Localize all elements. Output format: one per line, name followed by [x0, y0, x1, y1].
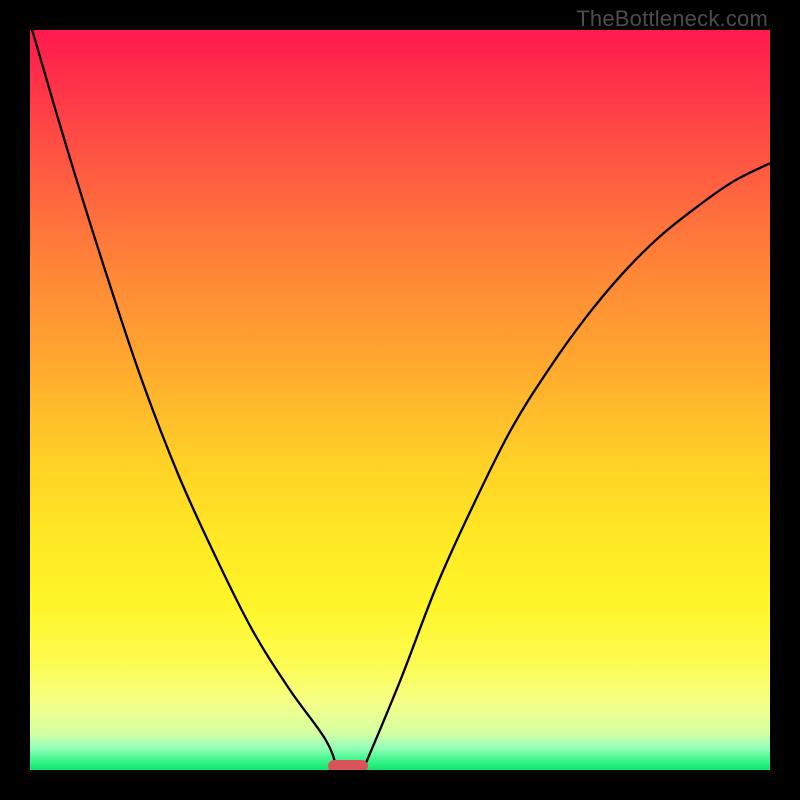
left-curve	[30, 30, 337, 770]
curve-layer	[30, 30, 770, 770]
attribution-text: TheBottleneck.com	[576, 6, 768, 32]
right-curve	[363, 163, 770, 770]
plot-area	[30, 30, 770, 770]
bottleneck-marker	[328, 760, 368, 770]
chart-frame: TheBottleneck.com	[0, 0, 800, 800]
